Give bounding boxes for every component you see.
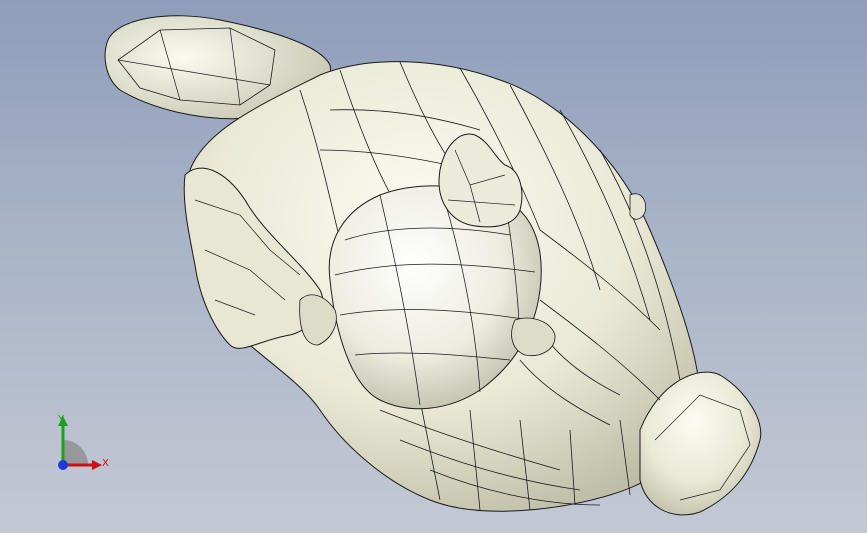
triad-plane — [63, 440, 88, 465]
z-axis-dot — [58, 460, 68, 470]
x-axis-label: X — [102, 458, 109, 469]
3d-viewport[interactable]: Y X — [0, 0, 867, 533]
y-axis-label: Y — [58, 414, 65, 425]
model-right-nub — [629, 193, 647, 220]
model-render[interactable] — [0, 0, 867, 533]
x-axis-arrow — [92, 460, 102, 470]
